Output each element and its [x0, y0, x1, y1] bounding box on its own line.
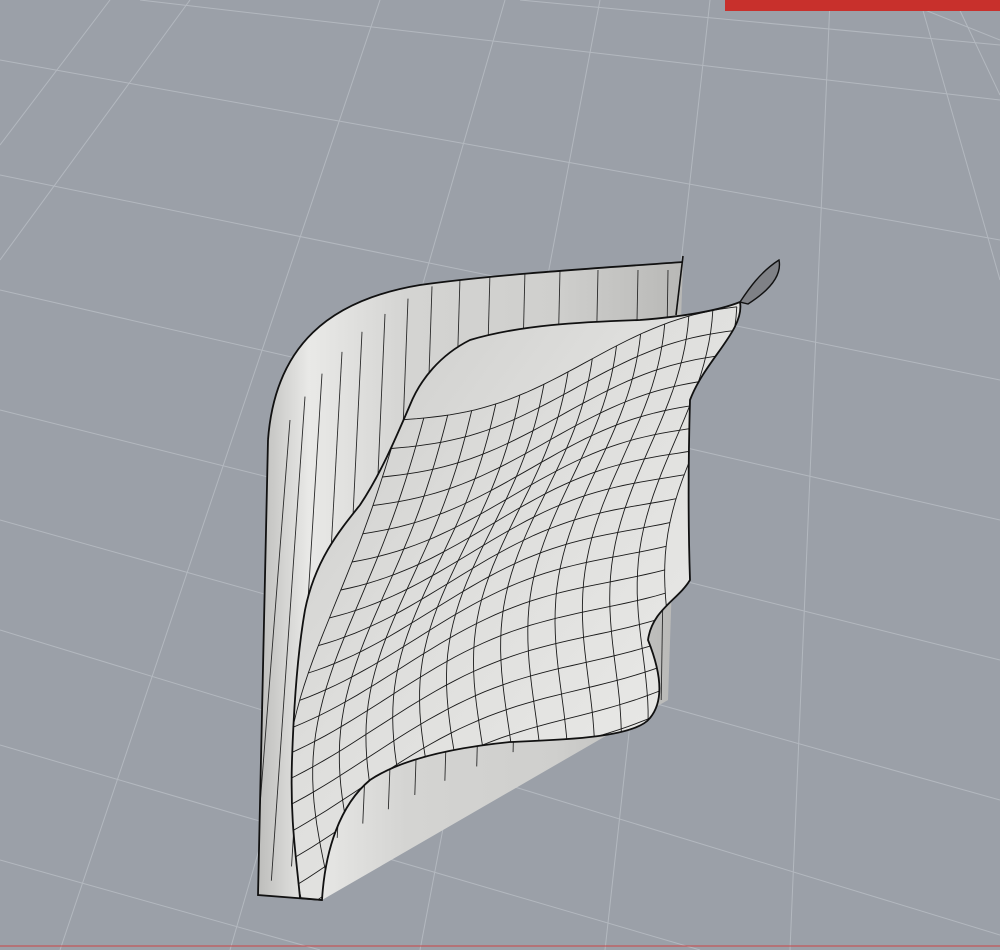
- grid-line: [954, 0, 1000, 96]
- grid-line: [0, 59, 1000, 241]
- viewport-canvas[interactable]: [0, 0, 1000, 950]
- grid-line: [0, 0, 111, 146]
- perspective-viewport[interactable]: [0, 0, 1000, 950]
- grid-line: [139, 0, 1000, 101]
- front-surface-top-flap: [738, 258, 781, 305]
- grid-line: [919, 0, 1000, 281]
- selection-indicator-bar: [725, 0, 1000, 11]
- grid-line: [0, 0, 191, 261]
- grid-line: [789, 0, 831, 950]
